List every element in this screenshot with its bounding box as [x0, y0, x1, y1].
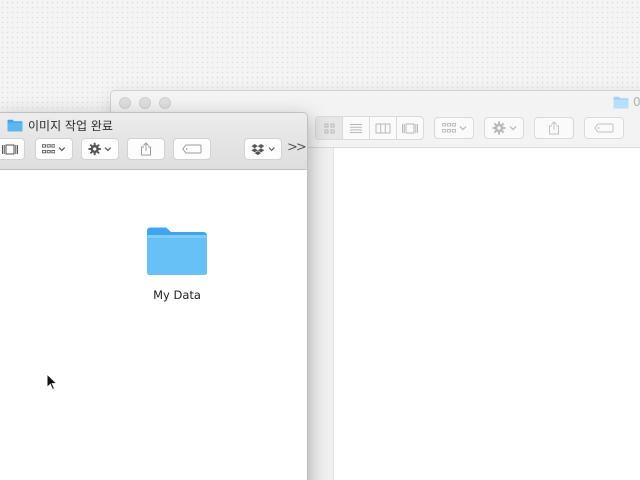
zoom-button[interactable]	[159, 97, 171, 109]
chevron-down-icon	[58, 147, 66, 152]
share-button[interactable]	[127, 138, 165, 160]
chevron-down-icon	[509, 126, 516, 131]
tag-button[interactable]	[584, 117, 624, 139]
action-button[interactable]	[484, 117, 524, 139]
front-window-titlebar[interactable]: 이미지 작업 완료 >>	[0, 113, 307, 170]
traffic-lights	[119, 97, 171, 109]
folder-icon	[147, 227, 207, 275]
view-mode-segmented-control	[315, 116, 424, 140]
close-button[interactable]	[119, 97, 131, 109]
gallery-view-icon	[1, 144, 18, 154]
list-view-icon	[350, 123, 362, 133]
folder-icon	[613, 96, 629, 108]
share-button[interactable]	[534, 117, 574, 139]
front-window-title: 이미지 작업 완료	[7, 117, 113, 134]
share-icon	[549, 121, 559, 135]
front-window-title-text: 이미지 작업 완료	[28, 119, 113, 133]
minimize-button[interactable]	[139, 97, 151, 109]
back-window-toolbar	[315, 116, 624, 140]
back-window-file-area[interactable]	[333, 148, 640, 480]
toolbar-overflow-icon[interactable]: >>	[287, 140, 307, 155]
back-window-title: 0	[613, 95, 640, 109]
tag-button[interactable]	[173, 138, 211, 160]
icon-view-button[interactable]	[316, 117, 343, 139]
dropbox-icon	[251, 143, 265, 155]
arrange-grid-icon	[42, 144, 56, 154]
chevron-down-icon	[104, 147, 112, 152]
folder-item[interactable]: My Data	[145, 226, 209, 302]
chevron-down-icon	[268, 147, 275, 152]
tag-icon	[182, 144, 202, 154]
gallery-view-button[interactable]	[397, 117, 423, 139]
list-view-button[interactable]	[343, 117, 370, 139]
front-window-file-area[interactable]: My Data	[0, 170, 307, 480]
column-view-icon	[375, 123, 391, 133]
arrange-grid-icon	[441, 123, 456, 133]
folder-item-label: My Data	[153, 288, 201, 302]
arrange-button[interactable]	[35, 138, 73, 160]
folder-icon	[7, 119, 23, 132]
action-button[interactable]	[81, 138, 119, 160]
icon-view-icon	[324, 123, 334, 133]
gallery-view-icon	[402, 123, 418, 133]
arrange-button[interactable]	[434, 117, 474, 139]
back-window-title-text: 0	[633, 95, 640, 109]
dropbox-button[interactable]	[244, 138, 282, 160]
gear-icon	[88, 142, 101, 156]
gear-icon	[492, 121, 505, 135]
column-view-button[interactable]	[370, 117, 397, 139]
chevron-down-icon	[459, 126, 466, 131]
tag-icon	[594, 123, 614, 133]
mouse-cursor-icon	[46, 373, 58, 391]
front-window-toolbar: >>	[0, 138, 307, 162]
share-icon	[141, 142, 151, 156]
gallery-view-button[interactable]	[0, 138, 25, 160]
finder-window-foreground[interactable]: 이미지 작업 완료 >> My Data	[0, 112, 308, 480]
